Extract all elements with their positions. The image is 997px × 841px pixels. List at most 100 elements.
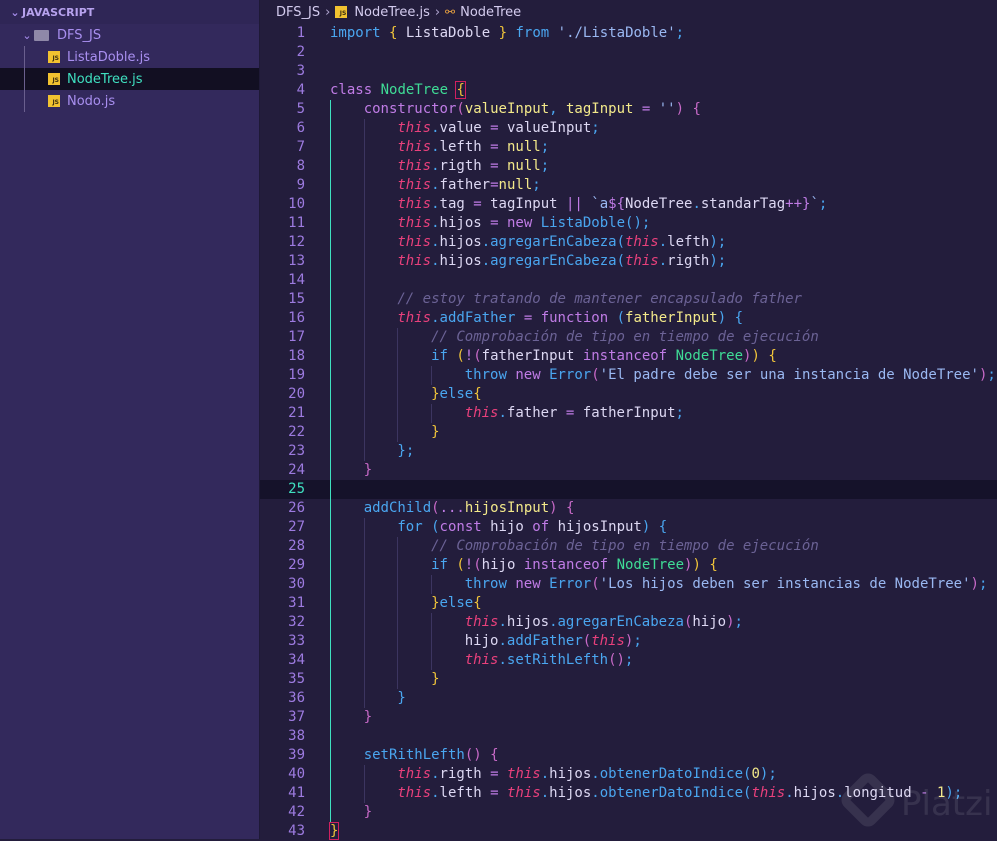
- code-token: .: [658, 234, 668, 250]
- indent-guide: [330, 309, 364, 328]
- code-token: ): [692, 557, 701, 573]
- code-token: =: [490, 120, 499, 136]
- code-token: `a: [591, 196, 609, 212]
- code-token: // Comprobación de tipo en tiempo de eje…: [431, 538, 819, 554]
- indent-guide: [397, 423, 431, 442]
- code-token: =: [490, 766, 499, 782]
- file-item[interactable]: JS ListaDoble.js: [0, 46, 259, 68]
- code-token: of: [532, 519, 550, 535]
- code-token: tagInput: [481, 196, 566, 212]
- code-line[interactable]: 1 import { ListaDoble } from './ListaDobl…: [260, 24, 997, 43]
- line-number: 29: [288, 557, 305, 573]
- indent-guide: [431, 651, 465, 670]
- line-number: 21: [288, 405, 305, 421]
- code-token: (: [431, 500, 440, 516]
- code-token: fatherInput: [481, 348, 583, 364]
- code-line[interactable]: 32 this.hijos.agregarEnCabeza(hijo);: [260, 613, 997, 632]
- code-line[interactable]: 8 this.rigth = null;: [260, 157, 997, 176]
- code-line[interactable]: 5 constructor(valueInput, tagInput = '') …: [260, 100, 997, 119]
- indent-guide: [363, 765, 398, 784]
- code-line[interactable]: 31}else{: [260, 594, 997, 613]
- code-content: }: [328, 822, 340, 841]
- folder-icon: [34, 29, 49, 41]
- indent-guide: [431, 613, 465, 632]
- code-token: '': [658, 101, 676, 117]
- folder-dfs-js[interactable]: ⌄ DFS_JS: [0, 24, 259, 46]
- code-token: setRithLefth: [363, 747, 465, 763]
- code-line[interactable]: 10 this.tag = tagInput || `a${NodeTree.st…: [260, 195, 997, 214]
- explorer-section-javascript[interactable]: ⌄ JAVASCRIPT: [0, 0, 259, 24]
- breadcrumb-symbol[interactable]: NodeTree: [460, 5, 521, 20]
- code-line[interactable]: 14: [260, 271, 997, 290]
- code-content: hijo.addFather(this);: [330, 632, 642, 651]
- code-line[interactable]: 19 throw new Error('El padre debe ser una…: [260, 366, 997, 385]
- code-line[interactable]: 3: [260, 62, 997, 81]
- code-line[interactable]: 18 if (!(fatherInput instanceof NodeTree)…: [260, 347, 997, 366]
- code-line[interactable]: 39 setRithLefth() {: [260, 746, 997, 765]
- code-token: class: [330, 82, 373, 98]
- code-line[interactable]: 35}: [260, 670, 997, 689]
- code-token: (: [616, 234, 625, 250]
- code-token: .: [431, 234, 440, 250]
- code-line[interactable]: 26 addChild(...hijosInput) {: [260, 499, 997, 518]
- code-token: `: [810, 196, 819, 212]
- code-line[interactable]: 36}: [260, 689, 997, 708]
- code-token: NodeTree: [675, 348, 743, 364]
- code-line[interactable]: 15 // estoy tratando de mantener encapsul…: [260, 290, 997, 309]
- code-token: rigth: [439, 158, 491, 174]
- code-line[interactable]: 2: [260, 43, 997, 62]
- code-line[interactable]: 37}: [260, 708, 997, 727]
- code-content: }: [330, 689, 406, 708]
- indent-guide: [397, 404, 431, 423]
- code-content: this.setRithLefth();: [330, 651, 633, 670]
- code-line[interactable]: 22}: [260, 423, 997, 442]
- indent-guide: [330, 727, 364, 746]
- code-line[interactable]: 29 if (!(hijo instanceof NodeTree)) {: [260, 556, 997, 575]
- code-token: setRithLefth: [506, 652, 609, 668]
- code-line[interactable]: 17 // Comprobación de tipo en tiempo de e…: [260, 328, 997, 347]
- file-item[interactable]: JS NodeTree.js: [0, 68, 259, 90]
- code-line[interactable]: 25: [260, 480, 997, 499]
- code-line[interactable]: 30 throw new Error('Los hijos deben ser i…: [260, 575, 997, 594]
- code-line[interactable]: 21 this.father = fatherInput;: [260, 404, 997, 423]
- code-line[interactable]: 34 this.setRithLefth();: [260, 651, 997, 670]
- code-token: 'El padre debe ser una instancia de Node…: [599, 367, 979, 383]
- code-line[interactable]: 28 // Comprobación de tipo en tiempo de e…: [260, 537, 997, 556]
- breadcrumb-folder[interactable]: DFS_JS: [276, 5, 320, 20]
- code-token: hijo: [692, 614, 727, 630]
- code-line[interactable]: 4 class NodeTree {: [260, 81, 997, 100]
- line-number: 8: [296, 158, 305, 174]
- code-line[interactable]: 13 this.hijos.agregarEnCabeza(this.rigth)…: [260, 252, 997, 271]
- line-number: 34: [288, 652, 305, 668]
- code-line[interactable]: 38: [260, 727, 997, 746]
- code-line[interactable]: 6 this.value = valueInput;: [260, 119, 997, 138]
- code-line[interactable]: 24}: [260, 461, 997, 480]
- code-line[interactable]: 7 this.lefth = null;: [260, 138, 997, 157]
- breadcrumb-file[interactable]: NodeTree.js: [354, 5, 430, 20]
- code-line[interactable]: 23};: [260, 442, 997, 461]
- code-token: else: [439, 386, 474, 402]
- line-number: 40: [288, 766, 305, 782]
- code-editor[interactable]: DFS_JS › JS NodeTree.js › ⚯ NodeTree 1 im…: [260, 0, 997, 841]
- file-item[interactable]: JS Nodo.js: [0, 90, 259, 112]
- code-line[interactable]: 27 for (const hijo of hijosInput) {: [260, 518, 997, 537]
- code-token: =: [473, 196, 482, 212]
- code-line[interactable]: 20}else{: [260, 385, 997, 404]
- code-token: }: [498, 25, 508, 41]
- indent-guide: [330, 366, 364, 385]
- code-content: this.lefth = null;: [330, 138, 549, 157]
- code-line[interactable]: 33 hijo.addFather(this);: [260, 632, 997, 651]
- line-number: 20: [288, 386, 305, 402]
- code-token: (: [582, 633, 592, 649]
- code-line[interactable]: 11 this.hijos = new ListaDoble();: [260, 214, 997, 233]
- code-token: Error: [549, 367, 592, 383]
- code-line[interactable]: 12 this.hijos.agregarEnCabeza(this.lefth)…: [260, 233, 997, 252]
- line-number: 22: [288, 424, 305, 440]
- code-line[interactable]: 9 this.father=null;: [260, 176, 997, 195]
- code-line[interactable]: 16 this.addFather = function (fatherInput…: [260, 309, 997, 328]
